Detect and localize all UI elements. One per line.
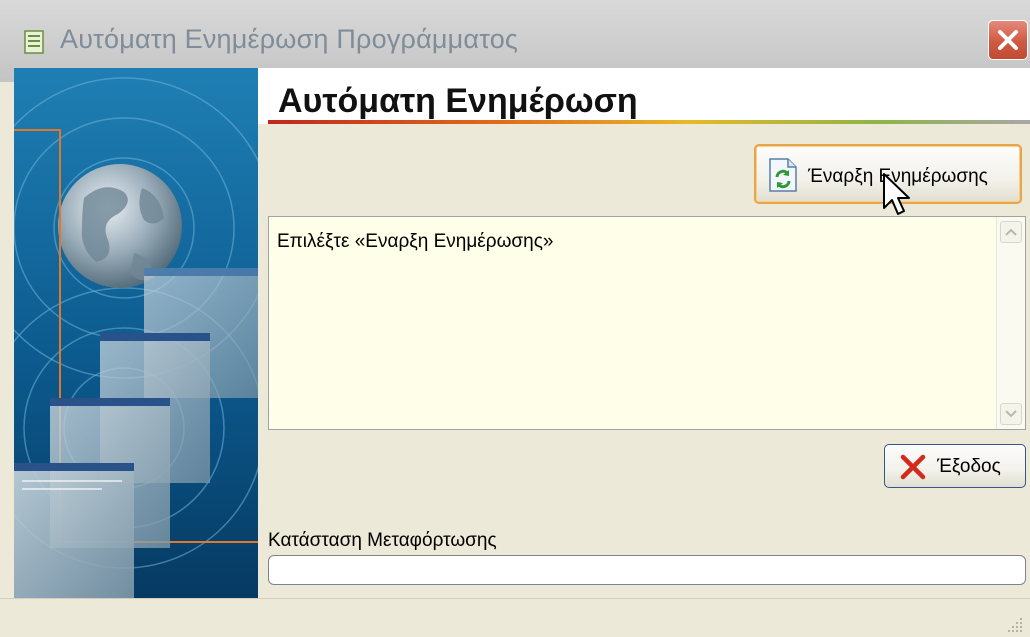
main-content: Αυτόματη Ενημέρωση Έναρξη Ενημέρωσης Επι… — [258, 68, 1030, 598]
chevron-down-icon — [1005, 410, 1017, 418]
mouse-cursor-icon — [883, 173, 910, 215]
update-log[interactable]: Επιλέξτε «Εναρξη Ενημέρωσης» — [268, 216, 1026, 430]
page-title: Αυτόματη Ενημέρωση — [278, 82, 638, 120]
globe-windows-illustration — [14, 68, 258, 598]
exit-button[interactable]: Έξοδος — [884, 444, 1026, 488]
log-scrollbar[interactable] — [996, 217, 1025, 429]
exit-label: Έξοδος — [937, 456, 1001, 477]
update-window: Αυτόματη Ενημέρωση Προγράμματος Αυτόματη… — [0, 0, 1030, 637]
close-x-icon — [900, 454, 926, 480]
document-icon — [24, 30, 44, 54]
scroll-up-button[interactable] — [1000, 221, 1022, 243]
status-bar — [0, 598, 1030, 637]
log-message: Επιλέξτε «Εναρξη Ενημέρωσης» — [277, 231, 554, 252]
download-status-label: Κατάσταση Μεταφόρτωσης — [268, 530, 497, 551]
download-progress-bar — [268, 555, 1026, 585]
close-icon — [998, 30, 1018, 50]
scroll-down-button[interactable] — [1000, 403, 1022, 425]
title-underline — [268, 120, 1030, 124]
decorative-side-panel — [14, 68, 258, 598]
window-title: Αυτόματη Ενημέρωση Προγράμματος — [60, 24, 519, 54]
resize-grip-icon[interactable] — [1006, 616, 1024, 634]
refresh-icon — [769, 158, 797, 192]
close-button[interactable] — [988, 20, 1028, 60]
header-band: Αυτόματη Ενημέρωση — [258, 68, 1030, 124]
chevron-up-icon — [1005, 228, 1017, 236]
